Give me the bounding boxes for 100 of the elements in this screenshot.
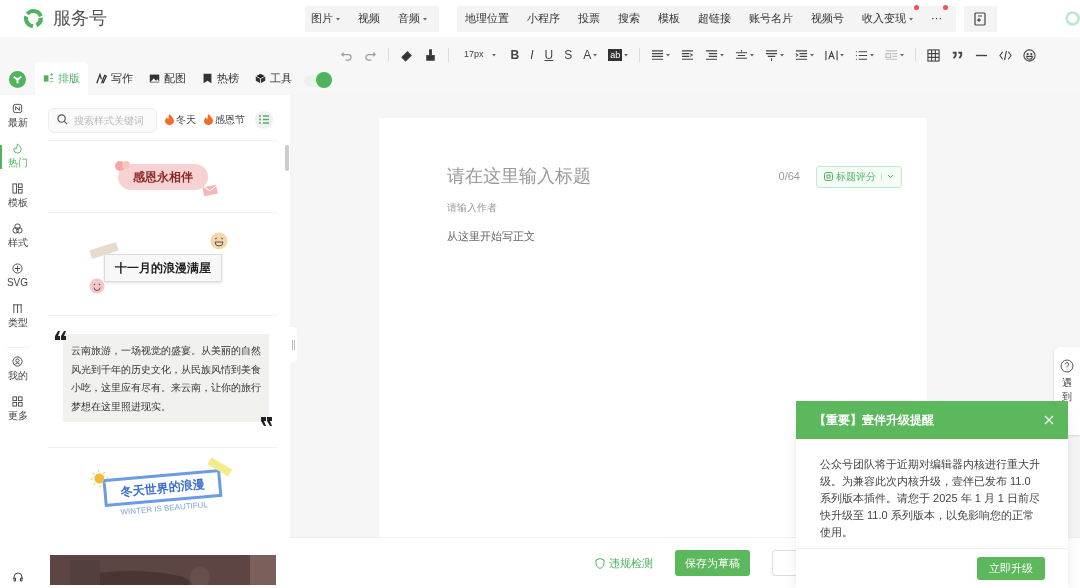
paragraph-icon [765,48,779,62]
insert-menu-item[interactable]: 地理位置 [465,5,516,32]
style-icon [12,223,23,234]
bookmark-icon [202,73,213,84]
plugin-tab[interactable]: 热榜 [194,62,247,95]
strikethrough-button[interactable]: S [564,46,573,64]
caret-icon [810,53,815,57]
headset-icon [11,571,24,583]
chevron-down-icon [887,174,894,179]
plugin-tab[interactable]: 写作 [88,62,141,95]
toolbar-button[interactable] [927,48,941,62]
insert-menu-item[interactable]: 搜索 [618,5,647,32]
caret-icon [720,53,725,57]
sidebar-tab[interactable]: 模板 [0,183,35,223]
plugin-tab[interactable]: 工具 [247,62,300,95]
style-sample[interactable]: 冬天世界的浪漫 WINTER IS BEAUTIFUL [86,453,239,536]
score-icon [824,172,833,181]
caret-icon [900,53,905,57]
sidebar-tab[interactable]: 更多 [0,396,35,436]
insert-menu-item[interactable]: 收入变现 [862,5,920,32]
toolbar-button[interactable] [681,48,695,62]
hot-tag[interactable]: 感恩节 [204,112,245,127]
body-field[interactable]: 从这里开始写正文 [447,228,747,245]
plugin-tab[interactable]: 配图 [141,62,194,95]
caret-icon [750,53,755,57]
code-icon [999,48,1013,62]
sample-title: 十一月的浪漫满屋 [103,254,222,282]
toolbar-button[interactable] [855,48,875,62]
hot-tag[interactable]: 冬天 [165,112,196,127]
font-size-select[interactable]: 17px [464,48,496,62]
layout-icon [43,73,54,84]
toolbar-button[interactable] [825,48,845,62]
insert-menu-item[interactable]: 视频号 [811,5,851,32]
emoji-icon [1023,48,1037,62]
panel-resize-handle[interactable] [289,327,297,362]
font-color-button[interactable]: A [583,46,598,64]
title-field[interactable]: 请在这里输入标题 [447,163,779,190]
status-ring-icon [1064,10,1080,27]
letter-spacing-icon [825,48,839,62]
logo-icon [22,7,45,30]
sidebar-tab[interactable]: 类型 [0,303,35,343]
insert-menu-item[interactable]: 图片 [311,5,347,32]
toolbar-button[interactable] [705,48,725,62]
style-sample[interactable]: 十一月的浪漫满屋 [81,232,244,304]
bold-button[interactable]: B [510,46,520,64]
flame-icon [12,143,23,154]
envelope-icon [201,182,218,196]
toolbar-button[interactable] [735,48,755,62]
align-icon [651,48,665,62]
title-counter: 0/64 [778,169,800,185]
quote-close-icon [260,417,272,426]
author-field[interactable]: 请输入作者 [447,200,647,215]
insert-menu-item[interactable]: 音频 [398,5,434,32]
preview-button[interactable] [964,5,997,32]
smiley-icon [88,278,105,294]
sun-icon [89,468,109,489]
toolbar-button[interactable] [1023,48,1037,62]
search-icon [57,113,68,125]
toolbar-button[interactable] [400,48,413,62]
sidebar-tab[interactable]: 样式 [0,223,35,263]
insert-menu-item[interactable]: 超链接 [698,5,738,32]
new-badge-icon [12,103,23,114]
smiley-icon [209,232,228,250]
float-icon [885,48,899,62]
spacing-icon [705,48,719,62]
grid-icon [12,396,23,407]
template-icon [12,183,23,194]
flame-icon [204,114,213,125]
sidebar-tab[interactable]: SVG [0,263,35,303]
text-indent-icon [795,48,809,62]
insert-menu-item[interactable]: 模板 [658,5,687,32]
caret-icon [870,53,875,57]
sample-title: 感恩永相伴 [117,163,208,190]
eraser-icon [400,48,413,62]
insert-menu-item[interactable]: ··· [931,5,949,32]
help-tab[interactable]: 遇到 [1062,376,1072,403]
style-sample[interactable]: 感恩永相伴 [105,151,220,202]
sidebar-tab[interactable]: 我的 [0,356,35,396]
insert-menu-item[interactable]: 账号名片 [749,5,800,32]
toolbar-button[interactable] [765,48,785,62]
underline-button[interactable]: U [544,46,554,64]
toggle-switch[interactable] [304,75,329,87]
toolbar-button[interactable] [424,48,437,62]
sidebar-tab[interactable]: 最新 [0,103,35,143]
insert-menu-item[interactable]: 视频 [358,5,387,32]
toolbar-button[interactable] [651,48,671,62]
caret-icon [593,53,598,57]
table-icon [927,48,941,62]
insert-menu-item[interactable]: 小程序 [527,5,567,32]
toolbar-button[interactable] [795,48,815,62]
caret-icon [780,53,785,57]
scrollbar-thumb[interactable] [285,145,289,171]
toolbar-button[interactable] [999,48,1013,62]
document-icon [974,11,987,26]
quote-open-icon [54,331,66,340]
list-view-button[interactable] [255,110,273,129]
italic-button[interactable]: I [530,46,534,64]
heart-cloud-icon [113,159,132,172]
caret-icon [624,53,629,57]
insert-menu-item[interactable]: 投票 [578,5,607,32]
